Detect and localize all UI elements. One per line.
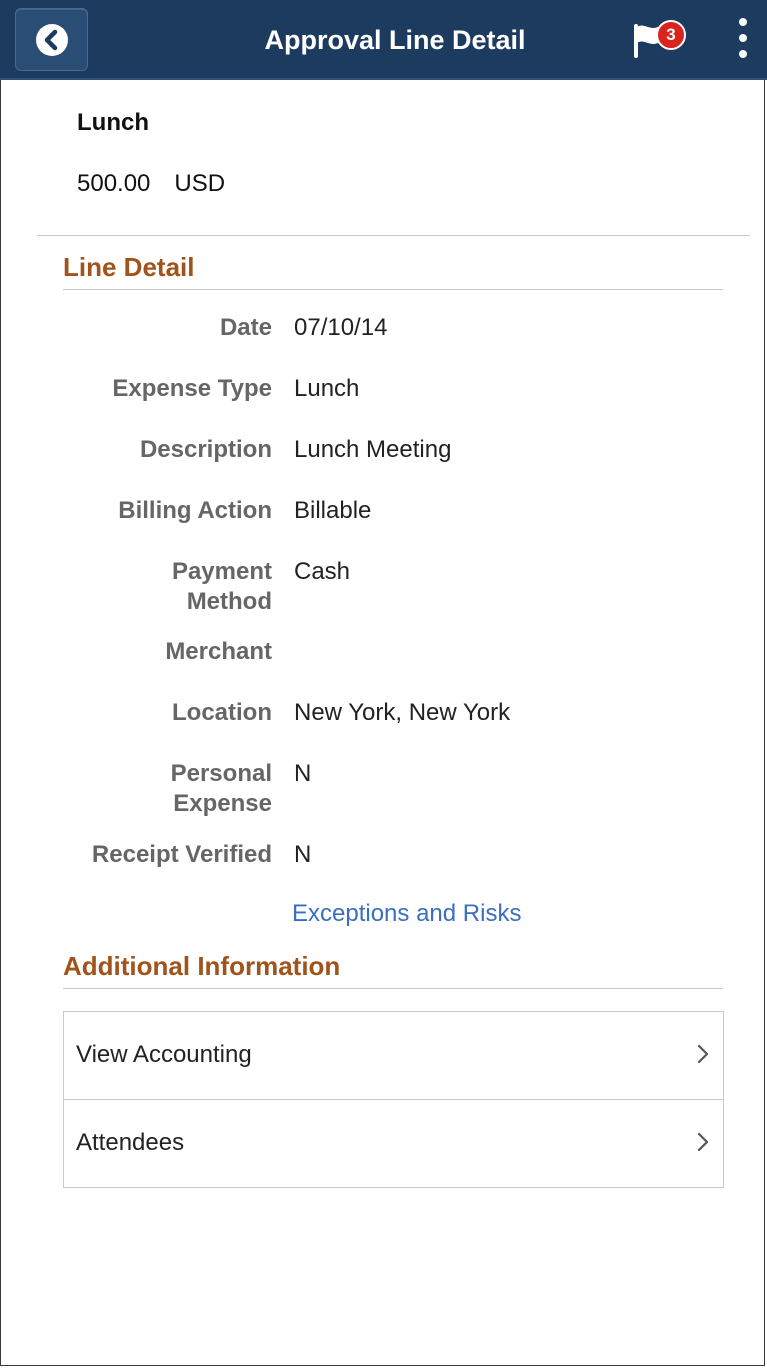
field-value: New York, New York bbox=[294, 699, 511, 726]
field-value: Billable bbox=[294, 497, 372, 524]
field-label: Personal Expense bbox=[171, 759, 272, 819]
back-icon bbox=[36, 24, 68, 56]
additional-info-heading: Additional Information bbox=[63, 951, 341, 981]
field-value: Cash bbox=[294, 558, 351, 585]
field-label: Merchant bbox=[165, 638, 272, 665]
field-label: Expense Type bbox=[112, 375, 272, 402]
field-value: N bbox=[294, 841, 312, 868]
line-detail-heading: Line Detail bbox=[63, 252, 195, 282]
actions-menu-button[interactable] bbox=[732, 18, 754, 62]
amount-value: 500.00 bbox=[77, 170, 151, 197]
amount-currency: USD bbox=[174, 170, 226, 197]
field-value: Lunch bbox=[294, 375, 360, 402]
additional-info-rule bbox=[63, 988, 723, 989]
field-value: 07/10/14 bbox=[294, 314, 388, 341]
exceptions-and-risks-link[interactable]: Exceptions and Risks bbox=[292, 900, 521, 928]
header-bar: Approval Line Detail 3 bbox=[0, 0, 767, 80]
field-label: Billing Action bbox=[118, 497, 272, 524]
chevron-right-icon bbox=[697, 1132, 709, 1152]
summary-divider bbox=[37, 235, 750, 236]
field-label-line: Method bbox=[186, 588, 272, 615]
list-item-label: Attendees bbox=[76, 1129, 185, 1156]
field-label: Receipt Verified bbox=[91, 841, 272, 868]
field-value: N bbox=[294, 760, 312, 787]
kebab-dot bbox=[739, 34, 747, 42]
notifications-button[interactable]: 3 bbox=[632, 18, 692, 58]
field-label: Payment Method bbox=[172, 557, 272, 617]
additional-info-list: View Accounting Attendees bbox=[63, 1011, 724, 1188]
kebab-dot bbox=[739, 18, 747, 26]
field-label: Location bbox=[172, 699, 272, 726]
field-label: Description bbox=[139, 436, 272, 463]
field-label-line: Personal bbox=[170, 760, 272, 787]
field-value: Lunch Meeting bbox=[294, 436, 452, 463]
expense-title: Lunch bbox=[77, 109, 149, 136]
kebab-dot bbox=[739, 50, 747, 58]
list-item-view-accounting[interactable]: View Accounting bbox=[64, 1012, 723, 1099]
list-item-label: View Accounting bbox=[76, 1041, 252, 1068]
line-detail-rule bbox=[63, 289, 723, 290]
back-button[interactable] bbox=[15, 8, 88, 71]
field-label: Date bbox=[219, 314, 272, 341]
expense-amount: 500.00 USD bbox=[77, 170, 225, 198]
notification-badge: 3 bbox=[656, 20, 686, 50]
list-item-attendees[interactable]: Attendees bbox=[64, 1100, 723, 1187]
chevron-right-icon bbox=[697, 1044, 709, 1064]
field-label-line: Expense bbox=[173, 790, 272, 817]
field-label-line: Payment bbox=[171, 558, 272, 585]
page-title: Approval Line Detail bbox=[264, 25, 526, 55]
